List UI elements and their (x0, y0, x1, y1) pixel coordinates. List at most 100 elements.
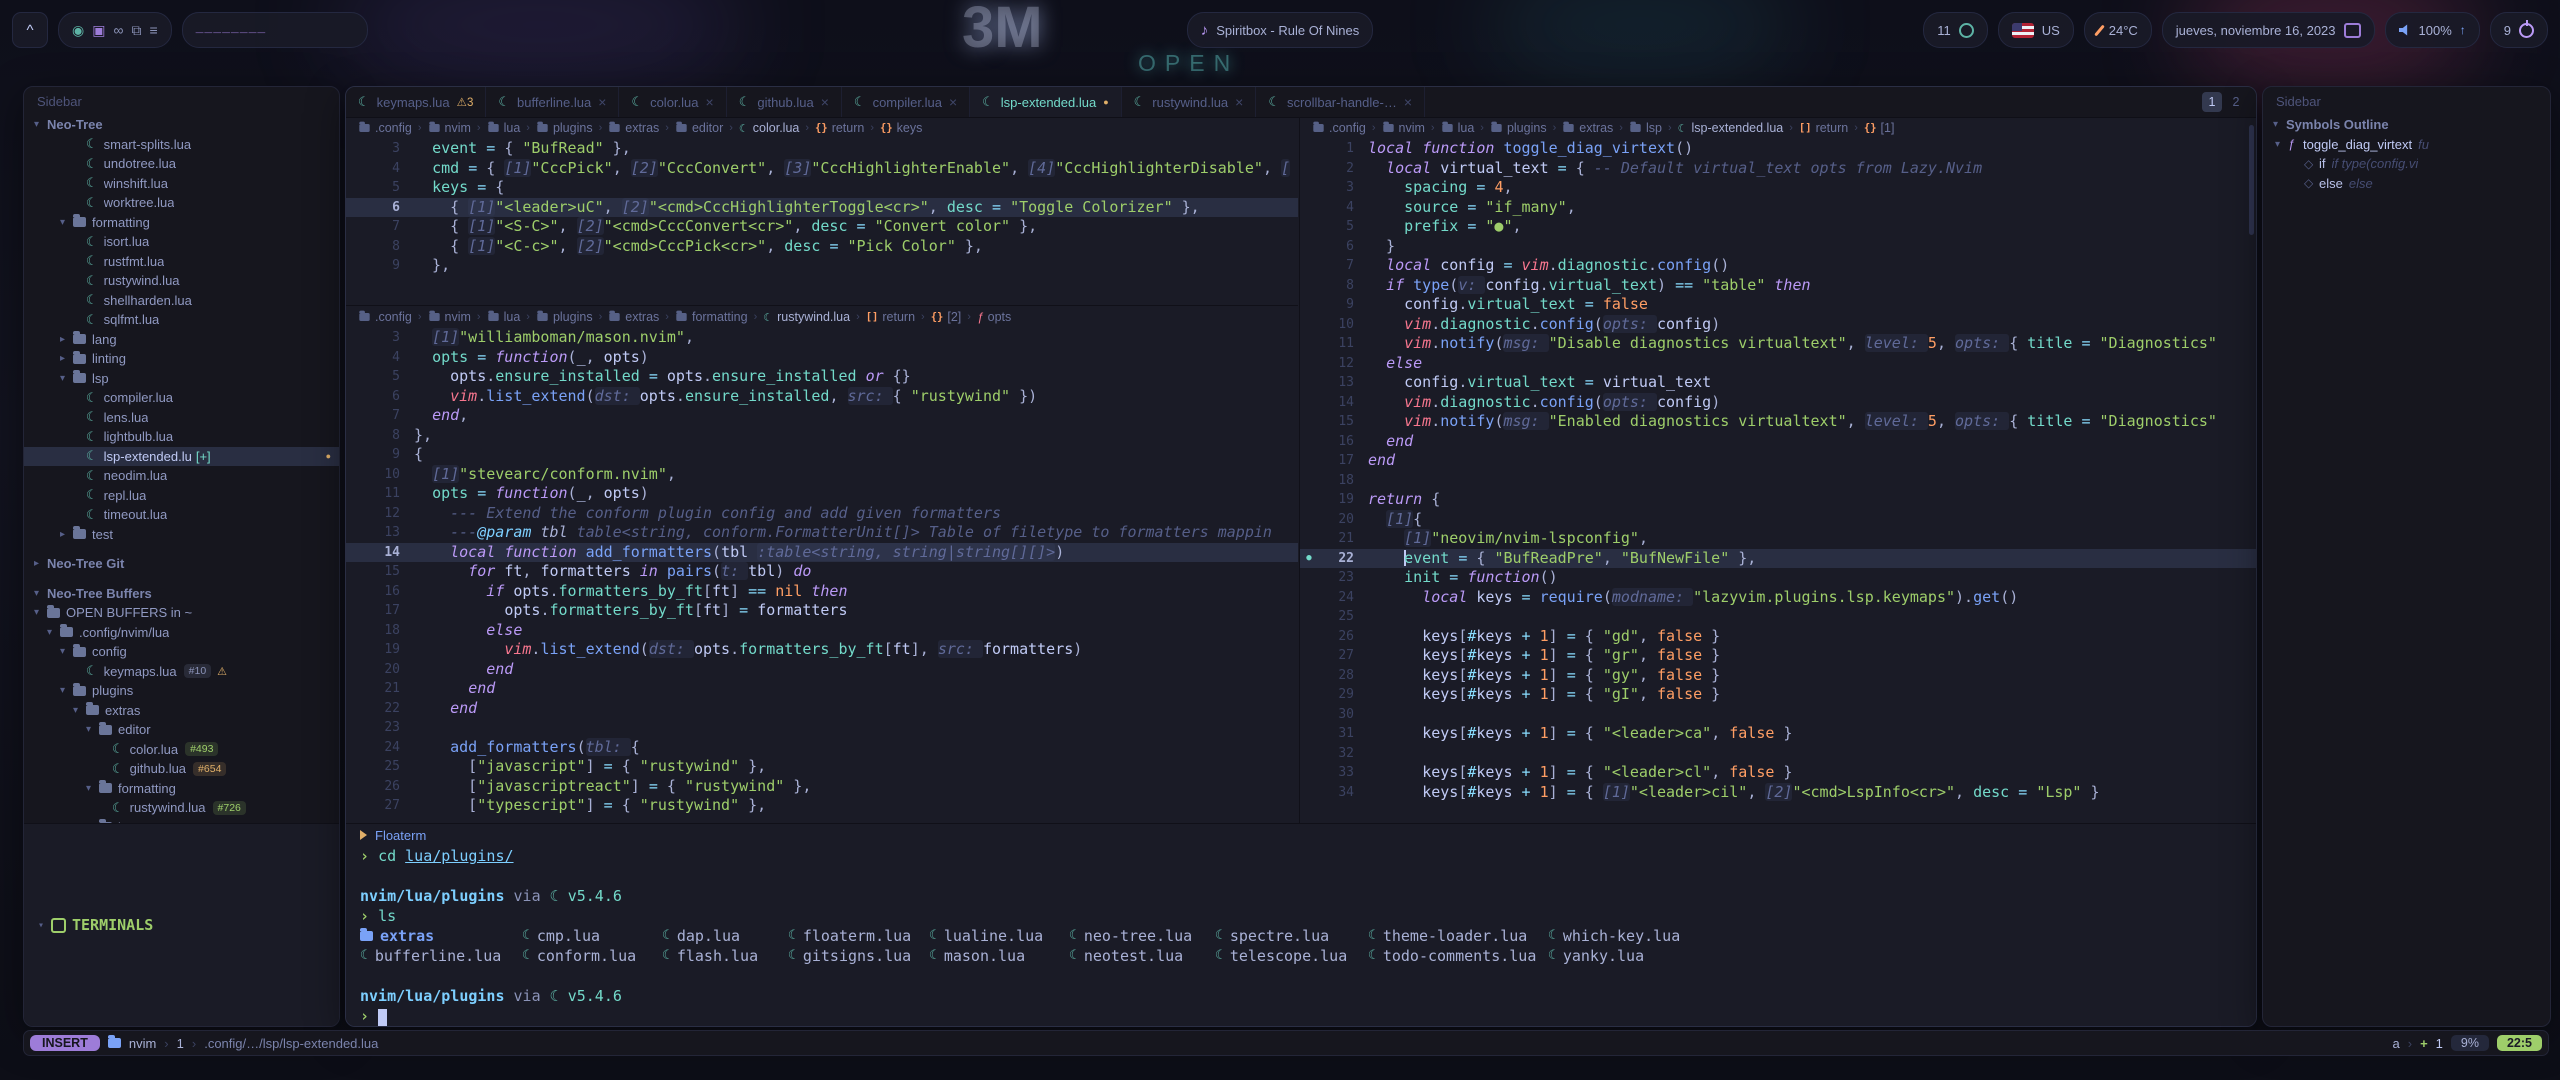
tab-bufferline-lua[interactable]: ☾bufferline.lua× (486, 87, 619, 117)
tree-item[interactable]: ▾lsp (24, 369, 339, 389)
tree-item[interactable]: ▾formatting (24, 779, 339, 799)
breadcrumb-item[interactable]: extras (608, 310, 659, 324)
breadcrumb-item[interactable]: ☾rustywind.lua (763, 310, 850, 324)
tab-compiler-lua[interactable]: ☾compiler.lua× (842, 87, 970, 117)
code-line[interactable]: 5 prefix = "●", (1300, 217, 2256, 237)
tree-item[interactable]: ☾worktree.lua (24, 193, 339, 213)
tab-keymaps-lua[interactable]: ☾keymaps.lua⚠3 (346, 87, 486, 117)
code-line[interactable]: 18 else (346, 621, 1298, 641)
code-line[interactable]: 9 config.virtual_text = false (1300, 295, 2256, 315)
code-line[interactable]: 14 vim.diagnostic.config(opts: config) (1300, 393, 2256, 413)
pane-rustywind-lua[interactable]: .config›nvim›lua›plugins›extras›formatti… (346, 306, 1298, 823)
breadcrumb-item[interactable]: extras (1562, 121, 1613, 135)
code-line[interactable]: 5 opts.ensure_installed = opts.ensure_in… (346, 367, 1298, 387)
code-line[interactable]: 18 (1300, 471, 2256, 491)
code-line[interactable]: 32 (1300, 744, 2256, 764)
tree-item[interactable]: ☾neodim.lua (24, 466, 339, 486)
code-line[interactable]: 6 vim.list_extend(dst: opts.ensure_insta… (346, 387, 1298, 407)
outline-item[interactable]: ▾ƒtoggle_diag_virtextfu (2263, 135, 2550, 155)
code-line[interactable]: 9 }, (346, 256, 1298, 276)
code-line[interactable]: 25 ["javascript"] = { "rustywind" }, (346, 757, 1298, 777)
tab-scrollbar-handle-[interactable]: ☾scrollbar-handle-…× (1256, 87, 1425, 117)
code-line[interactable]: 7 end, (346, 406, 1298, 426)
code-line[interactable]: 22 end (346, 699, 1298, 719)
code-line[interactable]: 16 if opts.formatters_by_ft[ft] == nil t… (346, 582, 1298, 602)
code-line[interactable]: 3 event = { "BufRead" }, (346, 139, 1298, 159)
breadcrumb-item[interactable]: nvim (428, 310, 471, 324)
breadcrumb-item[interactable]: editor (675, 121, 723, 135)
code-line[interactable]: 12 else (1300, 354, 2256, 374)
breadcrumb-item[interactable]: nvim (1382, 121, 1425, 135)
breadcrumb-item[interactable]: formatting (675, 310, 748, 324)
code-line[interactable]: 23 init = function() (1300, 568, 2256, 588)
breadcrumb-item[interactable]: ☾color.lua (739, 121, 799, 135)
close-icon[interactable]: × (1404, 94, 1412, 110)
code-line[interactable]: 8}, (346, 426, 1298, 446)
code-line[interactable]: 8 { [1]"<C-c>", [2]"<cmd>CccPick<cr>", d… (346, 237, 1298, 257)
code-line[interactable]: 17end (1300, 451, 2256, 471)
breadcrumb-item[interactable]: ƒopts (977, 310, 1011, 324)
close-icon[interactable]: × (706, 94, 714, 110)
code-line[interactable]: 10 vim.diagnostic.config(opts: config) (1300, 315, 2256, 335)
close-icon[interactable]: × (949, 94, 957, 110)
code-line[interactable]: 26 ["javascriptreact"] = { "rustywind" }… (346, 777, 1298, 797)
language-widget[interactable]: US (1998, 12, 2074, 48)
copy-icon[interactable]: ⧉ (131, 23, 141, 37)
outline-item[interactable]: ◇elseelse (2263, 174, 2550, 194)
pane-lsp-extended-lua[interactable]: .config›nvim›lua›plugins›extras›lsp›☾lsp… (1299, 117, 2256, 823)
tree-item[interactable]: ☾winshift.lua (24, 174, 339, 194)
code-line[interactable]: 16 end (1300, 432, 2256, 452)
tree-item[interactable]: ☾rustywind.lua (24, 271, 339, 291)
date-widget[interactable]: jueves, noviembre 16, 2023 (2162, 12, 2375, 48)
code-line[interactable]: 14 local function add_formatters(tbl :ta… (346, 543, 1298, 563)
tree-item[interactable]: ▸linting (24, 349, 339, 369)
section-header-2[interactable]: ▾Neo-Tree Buffers (24, 584, 339, 604)
tree-item[interactable]: ☾github.lua#654 (24, 759, 339, 779)
code-line[interactable]: 1local function toggle_diag_virtext() (1300, 139, 2256, 159)
code-line[interactable]: 28 keys[#keys + 1] = { "gy", false } (1300, 666, 2256, 686)
breadcrumb-item[interactable]: lsp (1629, 121, 1662, 135)
code-line[interactable]: 15 for ft, formatters in pairs(t: tbl) d… (346, 562, 1298, 582)
power-widget[interactable]: 9 (2490, 12, 2548, 48)
code-line[interactable]: 8 if type(v: config.virtual_text) == "ta… (1300, 276, 2256, 296)
notes-icon[interactable]: ≡ (149, 23, 157, 37)
breadcrumb-item[interactable]: []return (866, 310, 915, 324)
tree-item[interactable]: ☾rustfmt.lua (24, 252, 339, 272)
code-line[interactable]: 6 } (1300, 237, 2256, 257)
code-line[interactable]: 19return { (1300, 490, 2256, 510)
code-line[interactable]: ●22 event = { "BufReadPre", "BufNewFile"… (1300, 549, 2256, 569)
code-line[interactable]: 31 keys[#keys + 1] = { "<leader>ca", fal… (1300, 724, 2256, 744)
code-line[interactable]: 19 vim.list_extend(dst: opts.formatters_… (346, 640, 1298, 660)
tree-item[interactable]: ▾.config/nvim/lua (24, 623, 339, 643)
code-line[interactable]: 27 keys[#keys + 1] = { "gr", false } (1300, 646, 2256, 666)
tree-item[interactable]: ☾sqlfmt.lua (24, 310, 339, 330)
launcher-button[interactable]: ^ (12, 12, 48, 48)
breadcrumb-item[interactable]: lua (487, 310, 521, 324)
code-line[interactable]: 13 ---@param tbl table<string, conform.F… (346, 523, 1298, 543)
code-line[interactable]: 7 { [1]"<S-C>", [2]"<cmd>CccConvert<cr>"… (346, 217, 1298, 237)
close-icon[interactable]: × (821, 94, 829, 110)
tree-item[interactable]: ▸lang (24, 330, 339, 350)
timer-widget[interactable]: 11 (1923, 12, 1988, 48)
breadcrumb-item[interactable]: lua (1441, 121, 1475, 135)
breadcrumb-item[interactable]: []return (1799, 121, 1848, 135)
code-line[interactable]: 27 ["typescript"] = { "rustywind" }, (346, 796, 1298, 816)
tree-item[interactable]: ☾undotree.lua (24, 154, 339, 174)
link-icon[interactable]: ∞ (113, 23, 123, 37)
tree-item[interactable]: ☾lightbulb.lua (24, 427, 339, 447)
weather-widget[interactable]: 24°C (2084, 12, 2152, 48)
breadcrumb-item[interactable]: plugins (536, 310, 593, 324)
code-line[interactable]: 25 (1300, 607, 2256, 627)
tree-item[interactable]: ☾repl.lua (24, 486, 339, 506)
tabpage-2[interactable]: 2 (2226, 92, 2246, 112)
breadcrumb-item[interactable]: lua (487, 121, 521, 135)
tree-item[interactable]: ☾lens.lua (24, 408, 339, 428)
breadcrumb-item[interactable]: .config (358, 310, 412, 324)
tree-item[interactable]: ▾editor (24, 720, 339, 740)
code-line[interactable]: 26 keys[#keys + 1] = { "gd", false } (1300, 627, 2256, 647)
code-line[interactable]: 30 (1300, 705, 2256, 725)
tree-item[interactable]: ▾plugins (24, 681, 339, 701)
code-line[interactable]: 4 cmd = { [1]"CccPick", [2]"CccConvert",… (346, 159, 1298, 179)
section-header-1[interactable]: ▸Neo-Tree Git (24, 554, 339, 574)
code-line[interactable]: 24 add_formatters(tbl: { (346, 738, 1298, 758)
